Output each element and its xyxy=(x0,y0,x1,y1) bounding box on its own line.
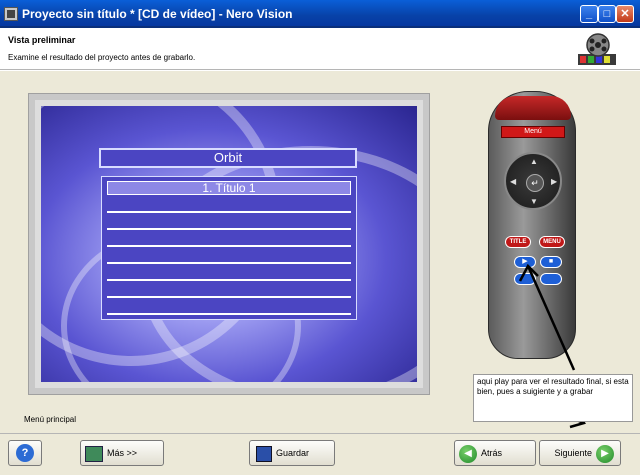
title-bar: Proyecto sin título * [CD de vídeo] - Ne… xyxy=(0,0,640,28)
more-label: Más >> xyxy=(107,448,138,458)
content-area: Orbit 1. Título 1 Menú principal Menú ▲ … xyxy=(0,71,640,433)
save-button[interactable]: Guardar xyxy=(249,440,335,466)
more-button[interactable]: Más >> xyxy=(80,440,164,466)
back-button[interactable]: ◀ Atrás xyxy=(454,440,536,466)
page-title: Vista preliminar xyxy=(8,35,76,45)
next-arrow-icon: ▶ xyxy=(596,444,614,463)
film-reel-logo xyxy=(578,33,616,65)
back-arrow-icon: ◀ xyxy=(459,444,477,463)
help-button[interactable]: ? xyxy=(8,440,42,466)
save-icon xyxy=(256,445,272,462)
app-icon xyxy=(4,7,18,21)
bottom-toolbar: ? Más >> Guardar ◀ Atrás Siguiente ▶ xyxy=(0,433,640,475)
maximize-button[interactable]: □ xyxy=(598,5,616,23)
page-subtitle: Examine el resultado del proyecto antes … xyxy=(8,53,196,62)
next-label: Siguiente xyxy=(554,448,592,458)
window-title: Proyecto sin título * [CD de vídeo] - Ne… xyxy=(22,7,293,21)
save-label: Guardar xyxy=(276,448,310,458)
more-icon xyxy=(85,445,103,462)
back-label: Atrás xyxy=(481,448,503,458)
page-header: Vista preliminar Examine el resultado de… xyxy=(0,30,640,70)
next-button[interactable]: Siguiente ▶ xyxy=(539,440,621,466)
help-icon: ? xyxy=(16,444,34,462)
close-button[interactable]: ✕ xyxy=(616,5,634,23)
annotation-note: aqui play para ver el resultado final, s… xyxy=(473,374,633,422)
minimize-button[interactable]: _ xyxy=(580,5,598,23)
